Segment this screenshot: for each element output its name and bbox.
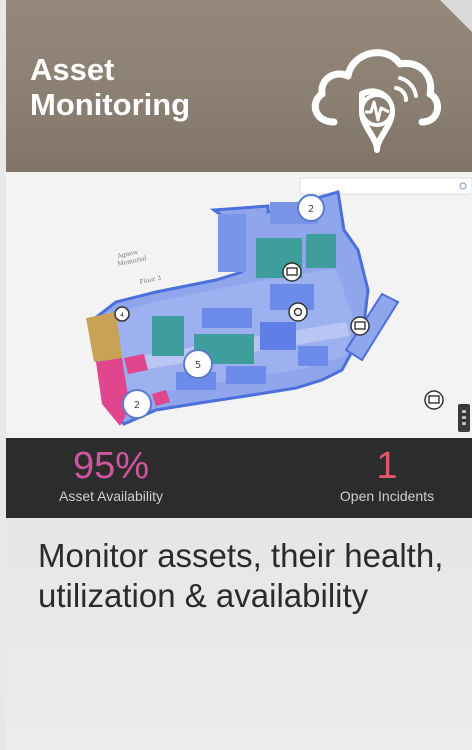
card-header: Asset Monitoring	[6, 0, 472, 172]
availability-stat: 95% Asset Availability	[36, 446, 186, 504]
cluster-marker[interactable]: 2	[297, 194, 325, 222]
availability-value: 95%	[72, 445, 150, 487]
availability-label: Asset Availability	[58, 488, 163, 504]
stats-bar: 95% Asset Availability 1 Open Incidents	[6, 438, 472, 518]
card-title: Asset Monitoring	[30, 52, 190, 122]
title-line-2: Monitoring	[30, 87, 191, 122]
cluster-marker[interactable]: 5	[183, 349, 213, 379]
cluster-count: 2	[134, 400, 140, 411]
device-marker[interactable]	[288, 302, 308, 322]
asset-monitoring-card[interactable]: Asset Monitoring Agnew Memorial Floor 3 …	[6, 0, 472, 750]
cloud-monitoring-icon	[311, 49, 441, 153]
cluster-count: 5	[195, 360, 201, 371]
device-marker[interactable]	[424, 390, 444, 410]
title-line-1: Asset	[30, 52, 115, 87]
cluster-count: 2	[308, 204, 314, 215]
small-marker[interactable]: 4	[114, 306, 130, 322]
cluster-marker[interactable]: 2	[122, 389, 152, 419]
device-marker[interactable]	[282, 262, 302, 282]
small-marker-label: 4	[120, 312, 124, 319]
incidents-stat: 1 Open Incidents	[312, 446, 462, 504]
incidents-value: 1	[376, 445, 398, 487]
device-marker[interactable]	[350, 316, 370, 336]
floor-plan-map[interactable]: Agnew Memorial Floor 3 2 5 2 4	[6, 172, 472, 438]
map-search-input[interactable]	[299, 177, 472, 195]
card-description: Monitor assets, their health, utilizatio…	[38, 537, 444, 614]
incidents-label: Open Incidents	[339, 488, 435, 504]
